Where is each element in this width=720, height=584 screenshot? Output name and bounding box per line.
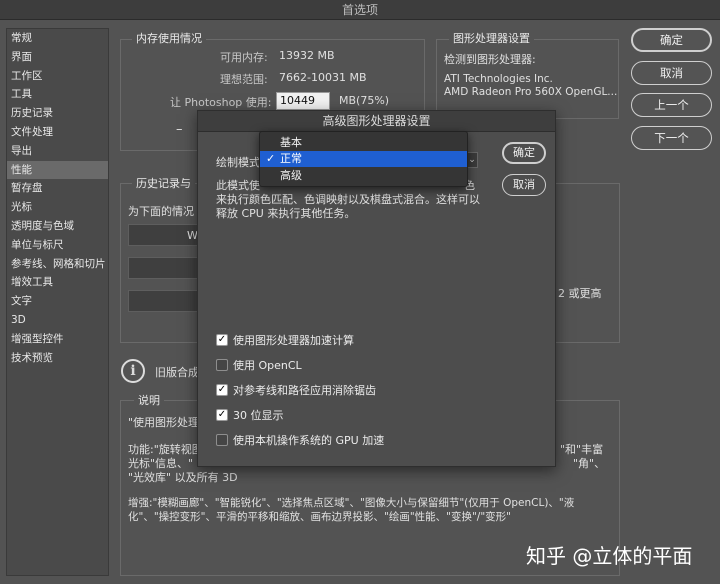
sidebar-item[interactable]: 工具 [7,85,108,104]
history-states-field[interactable] [128,257,198,279]
let-photoshop-use-label: 让 Photoshop 使用: [170,96,272,109]
description-line-4: "光效库" 以及所有 3D [128,471,238,484]
memory-slider-minus[interactable]: – [176,122,183,137]
checkmark-icon: ✓ [266,152,276,165]
menu-item-advanced-label: 高级 [280,169,302,182]
dialog-title: 高级图形处理器设置 [198,111,555,132]
native-gpu-checkbox-row[interactable]: 使用本机操作系统的 GPU 加速 [216,432,384,448]
sidebar-item[interactable]: 透明度与色域 [7,217,108,236]
sidebar-item[interactable]: 光标 [7,198,108,217]
gpu-compute-checkbox-row[interactable]: ✓ 使用图形处理器加速计算 [216,332,354,348]
info-icon: i [121,359,145,383]
sidebar-item[interactable]: 工作区 [7,67,108,86]
dialog-ok-button[interactable]: 确定 [502,142,546,164]
cache-levels-field[interactable] [128,290,198,312]
gpu-compute-checkbox[interactable]: ✓ [216,334,228,346]
sidebar-item[interactable]: 3D [7,311,108,330]
drawing-mode-dropdown-menu: 基本 ✓ 正常 高级 [259,131,468,187]
antialias-checkbox-row[interactable]: ✓ 对参考线和路径应用消除锯齿 [216,382,376,398]
antialias-checkbox[interactable]: ✓ [216,384,228,396]
opencl-label: 使用 OpenCL [233,359,302,372]
watermark: 知乎 @立体的平面 [526,544,693,568]
sidebar-item[interactable]: 性能 [7,160,108,180]
dialog-cancel-button[interactable]: 取消 [502,174,546,196]
memory-usage-input[interactable]: 10449 [276,92,330,110]
preferences-sidebar: 常规 界面 工作区 工具 历史记录 文件处理 导出 性能 暂存盘 光标 透明度与色域 单位与标尺 参考线… [6,28,109,576]
history-cache-desc: 为下面的情况 [128,205,194,218]
drawing-mode-label: 绘制模式 [216,156,260,169]
opencl-checkbox-row[interactable]: 使用 OpenCL [216,357,302,373]
native-gpu-checkbox[interactable] [216,434,228,446]
sidebar-item[interactable]: 增强型控件 [7,330,108,349]
description-title: 说明 [134,392,164,408]
sidebar-item[interactable]: 技术预览 [7,349,108,368]
sidebar-item[interactable]: 增效工具 [7,273,108,292]
gpu-compute-label: 使用图形处理器加速计算 [233,334,354,347]
antialias-label: 对参考线和路径应用消除锯齿 [233,384,376,397]
sidebar-item[interactable]: 历史记录 [7,104,108,123]
window-title: 首选项 [0,0,720,20]
menu-item-basic-label: 基本 [280,136,302,149]
description-line-5: 增强:"模糊画廊"、"智能锐化"、"选择焦点区域"、"图像大小与保留细节"(仅用… [128,497,575,509]
memory-usage-unit: MB(75%) [339,94,390,107]
description-line-1: "使用图形处理 [128,416,200,429]
30bit-display-checkbox-row[interactable]: ✓ 30 位显示 [216,407,284,423]
sidebar-item[interactable]: 单位与标尺 [7,236,108,255]
history-cache-title: 历史记录与 [132,175,195,191]
ok-button[interactable]: 确定 [631,28,712,52]
gpu-vendor: ATI Technologies Inc. [444,73,553,85]
native-gpu-label: 使用本机操作系统的 GPU 加速 [233,434,385,447]
sidebar-item[interactable]: 导出 [7,142,108,161]
cancel-button[interactable]: 取消 [631,61,712,85]
sidebar-item[interactable]: 参考线、网格和切片 [7,255,108,274]
legacy-compositing-label: 旧版合成 [155,366,199,379]
gpu-detected-label: 检测到图形处理器: [444,53,536,66]
menu-item-advanced[interactable]: 高级 [260,168,467,184]
ideal-range-value: 7662-10031 MB [279,71,367,84]
opencl-checkbox[interactable] [216,359,228,371]
30bit-display-checkbox[interactable]: ✓ [216,409,228,421]
menu-item-normal[interactable]: ✓ 正常 [260,151,467,167]
memory-usage-title: 内存使用情况 [132,30,206,46]
available-memory-label: 可用内存: [220,51,268,64]
description-line-6: 化"、"操控变形"、平滑的平移和缩放、画布边界投影、"绘画"性能、"变换"/"变… [128,511,512,523]
gpu-settings-title: 图形处理器设置 [449,30,534,46]
description-line-3b: "角"、 [573,457,606,470]
menu-item-basic[interactable]: 基本 [260,135,467,151]
menu-item-normal-label: 正常 [280,152,302,165]
available-memory-value: 13932 MB [279,49,335,62]
mode-desc-line-3: 释放 CPU 来执行其他任务。 [216,207,356,220]
prev-button[interactable]: 上一个 [631,93,712,117]
sidebar-item[interactable]: 文件处理 [7,123,108,142]
cache-note-partial: 2 或更高 [558,287,602,300]
gpu-model: AMD Radeon Pro 560X OpenGL... [444,86,618,98]
history-preset-field[interactable]: W [128,224,198,246]
sidebar-item[interactable]: 暂存盘 [7,179,108,198]
sidebar-item[interactable]: 常规 [7,29,108,48]
30bit-display-label: 30 位显示 [233,409,284,422]
sidebar-item[interactable]: 界面 [7,48,108,67]
next-button[interactable]: 下一个 [631,126,712,150]
sidebar-item[interactable]: 文字 [7,292,108,311]
ideal-range-label: 理想范围: [220,73,268,86]
